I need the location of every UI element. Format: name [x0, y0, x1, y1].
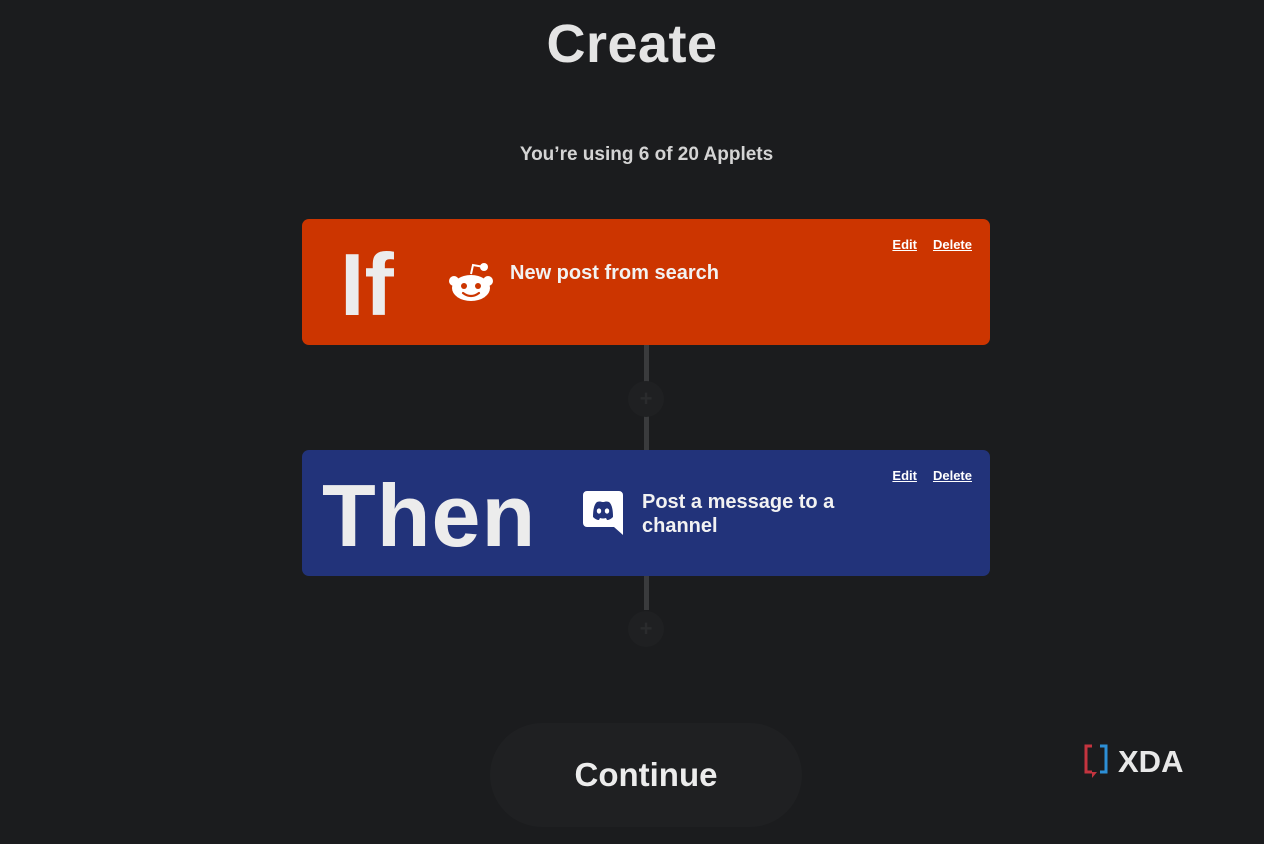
xda-logo-text: XDA	[1118, 744, 1183, 779]
action-delete-link[interactable]: Delete	[933, 468, 972, 483]
create-applet-page: Create You’re using 6 of 20 Applets + + …	[0, 0, 1264, 844]
action-card[interactable]: Then Post a message to a channel Edit De…	[302, 450, 990, 576]
action-label: Post a message to a channel	[642, 491, 835, 537]
trigger-delete-link[interactable]: Delete	[933, 237, 972, 252]
trigger-label: New post from search	[510, 262, 719, 284]
connector-line	[644, 576, 649, 610]
trigger-edit-link[interactable]: Edit	[892, 237, 917, 252]
xda-logo: XDA	[1084, 744, 1183, 779]
page-title: Create	[546, 14, 718, 74]
add-step-button[interactable]: +	[628, 381, 664, 417]
continue-button[interactable]: Continue	[490, 723, 802, 827]
applet-usage-text: You’re using 6 of 20 Applets	[519, 144, 774, 165]
then-keyword: Then	[322, 466, 537, 565]
plus-icon: +	[639, 616, 653, 641]
action-edit-link[interactable]: Edit	[892, 468, 917, 483]
reddit-icon	[449, 263, 493, 301]
if-keyword: If	[340, 235, 394, 334]
trigger-actions: Edit Delete	[892, 237, 972, 252]
action-actions: Edit Delete	[892, 468, 972, 483]
add-step-button[interactable]: +	[628, 611, 664, 647]
discord-icon	[583, 491, 623, 535]
plus-icon: +	[639, 386, 653, 411]
trigger-card[interactable]: If New post from search Edit Delete	[302, 219, 990, 345]
